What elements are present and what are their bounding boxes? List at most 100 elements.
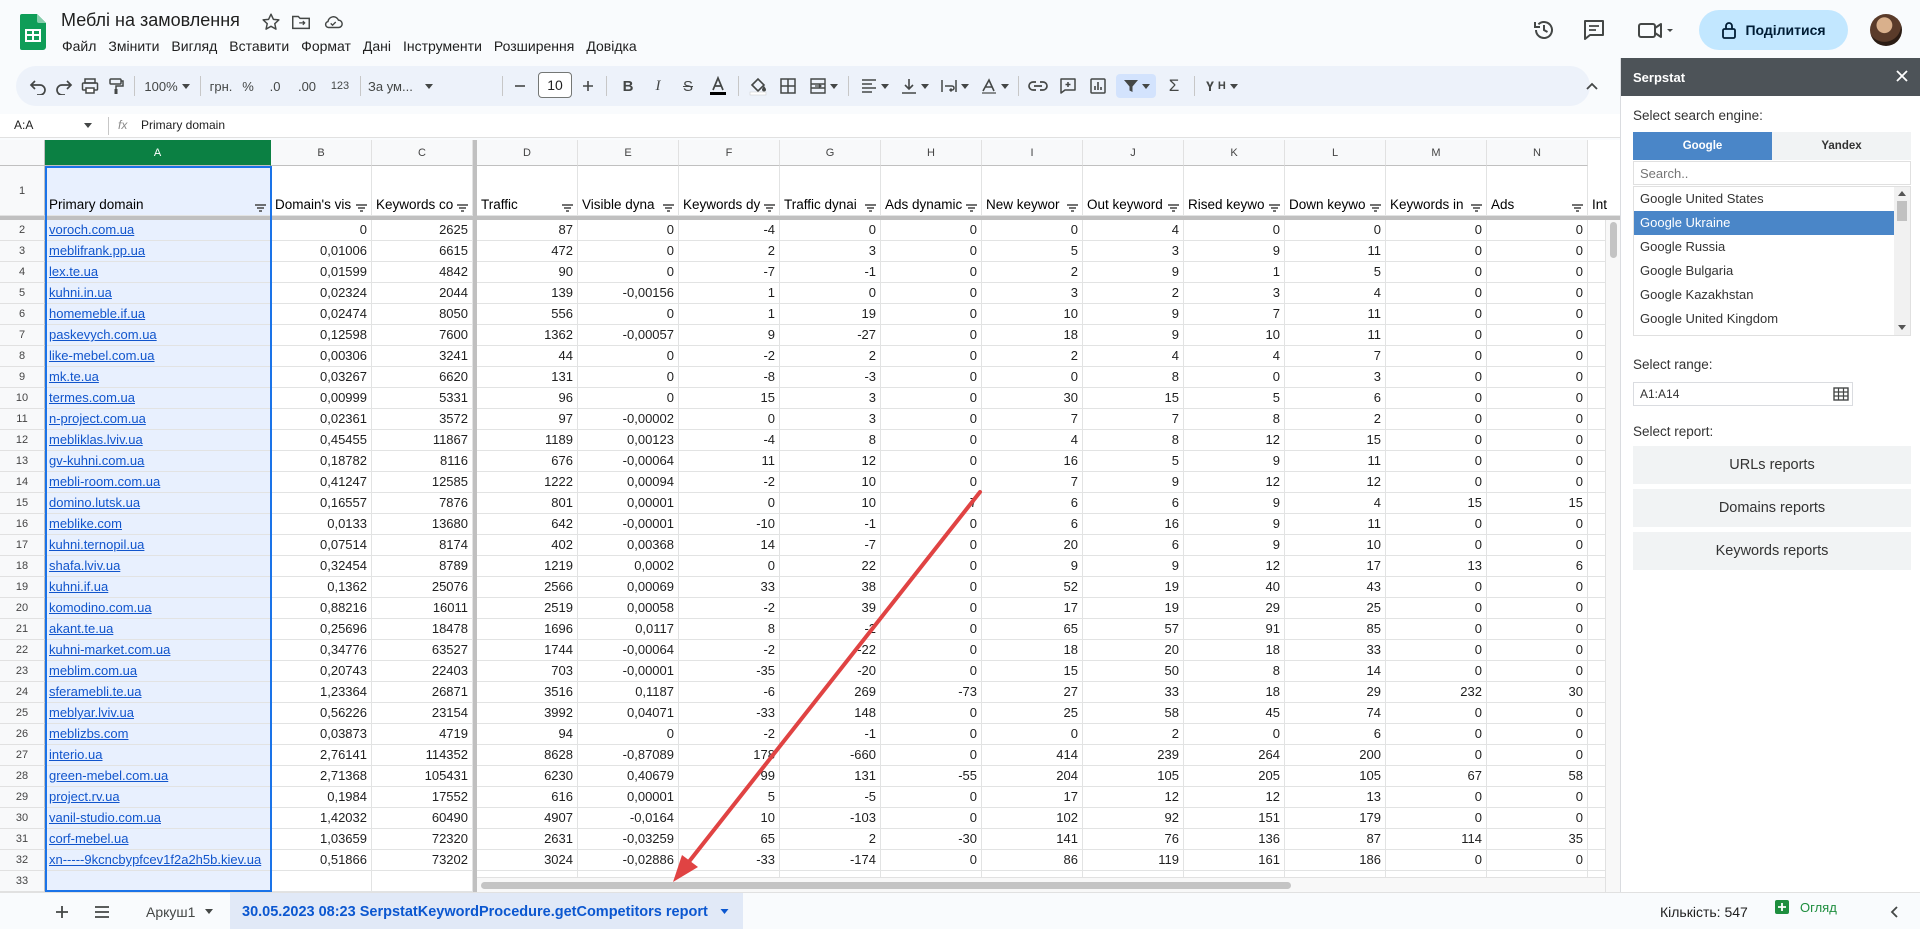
data-cell[interactable]: 33 <box>1285 640 1386 661</box>
domain-link[interactable]: paskevych.com.ua <box>45 325 271 346</box>
engine-tab-yandex[interactable]: Yandex <box>1772 132 1911 160</box>
data-cell[interactable]: 0 <box>881 325 982 346</box>
data-cell[interactable]: 19 <box>780 304 881 325</box>
row-header[interactable]: 32 <box>0 850 45 871</box>
data-cell[interactable]: -0,00156 <box>578 283 679 304</box>
horizontal-scroll-thumb[interactable] <box>481 882 1291 889</box>
data-cell[interactable]: 4 <box>1184 346 1285 367</box>
data-cell[interactable]: 0 <box>780 220 881 241</box>
filter-icon[interactable] <box>1471 204 1482 212</box>
explore-button[interactable]: Огляд <box>1774 899 1837 915</box>
data-cell[interactable]: 0 <box>1487 787 1588 808</box>
data-cell[interactable]: 1744 <box>477 640 578 661</box>
menu-format[interactable]: Формат <box>295 36 357 56</box>
data-cell[interactable]: 0,04071 <box>578 703 679 724</box>
increase-decimal-button[interactable]: .00 <box>292 74 322 98</box>
data-cell[interactable]: 642 <box>477 514 578 535</box>
data-cell[interactable]: 20 <box>1083 640 1184 661</box>
data-cell[interactable]: 703 <box>477 661 578 682</box>
data-cell[interactable]: 85 <box>1285 619 1386 640</box>
column-header[interactable]: N <box>1487 140 1588 166</box>
column-header[interactable]: J <box>1083 140 1184 166</box>
data-cell[interactable]: 6 <box>1083 493 1184 514</box>
data-cell[interactable]: 91 <box>1184 619 1285 640</box>
data-cell[interactable]: 86 <box>982 850 1083 871</box>
data-cell[interactable]: 25 <box>1285 598 1386 619</box>
row-header[interactable]: 25 <box>0 703 45 724</box>
all-sheets-icon[interactable] <box>90 893 114 929</box>
data-cell[interactable]: 0,01006 <box>271 241 372 262</box>
row-header[interactable]: 26 <box>0 724 45 745</box>
data-cell[interactable]: 60490 <box>372 808 473 829</box>
data-cell[interactable]: 17 <box>1285 556 1386 577</box>
data-cell[interactable]: 0 <box>679 409 780 430</box>
data-cell[interactable]: 0 <box>881 367 982 388</box>
row-header[interactable]: 4 <box>0 262 45 283</box>
data-cell[interactable]: 0 <box>1487 640 1588 661</box>
header-cell[interactable]: Down keywo <box>1285 166 1386 216</box>
data-cell[interactable]: 8 <box>1083 367 1184 388</box>
data-cell[interactable]: 15 <box>982 661 1083 682</box>
strikethrough-icon[interactable]: S <box>676 74 700 98</box>
data-cell[interactable]: 65 <box>982 619 1083 640</box>
data-cell[interactable]: -8 <box>679 367 780 388</box>
data-cell[interactable]: -0,0164 <box>578 808 679 829</box>
data-cell[interactable]: 7876 <box>372 493 473 514</box>
data-cell[interactable]: 1 <box>679 283 780 304</box>
data-cell[interactable]: 2631 <box>477 829 578 850</box>
data-cell[interactable]: 7 <box>1184 304 1285 325</box>
user-avatar[interactable] <box>1870 14 1902 46</box>
data-cell[interactable]: 18478 <box>372 619 473 640</box>
filter-icon[interactable] <box>663 204 674 212</box>
domain-link[interactable]: lex.te.ua <box>45 262 271 283</box>
data-cell[interactable]: 8 <box>780 430 881 451</box>
data-cell[interactable]: 0 <box>1487 304 1588 325</box>
data-cell[interactable]: 15 <box>679 388 780 409</box>
data-cell[interactable]: 0 <box>679 493 780 514</box>
domain-link[interactable]: komodino.com.ua <box>45 598 271 619</box>
data-cell[interactable]: 0 <box>881 640 982 661</box>
data-cell[interactable]: 5 <box>679 787 780 808</box>
data-cell[interactable]: 3024 <box>477 850 578 871</box>
data-cell[interactable]: 102 <box>982 808 1083 829</box>
data-cell[interactable]: 0 <box>881 577 982 598</box>
row-header[interactable]: 31 <box>0 829 45 850</box>
data-cell[interactable]: 141 <box>982 829 1083 850</box>
header-cell[interactable]: Traffic <box>477 166 578 216</box>
data-cell[interactable]: 269 <box>780 682 881 703</box>
borders-icon[interactable] <box>776 74 800 98</box>
data-cell[interactable]: 8 <box>679 619 780 640</box>
data-cell[interactable]: 12 <box>1184 556 1285 577</box>
data-cell[interactable]: 7 <box>881 493 982 514</box>
data-cell[interactable]: 0,0002 <box>578 556 679 577</box>
data-cell[interactable]: 0 <box>1487 619 1588 640</box>
data-cell[interactable]: 22 <box>780 556 881 577</box>
font-size-increase-icon[interactable] <box>578 74 598 98</box>
data-cell[interactable]: -0,00064 <box>578 451 679 472</box>
row-header[interactable]: 17 <box>0 535 45 556</box>
data-cell[interactable]: 0 <box>1386 535 1487 556</box>
data-cell[interactable]: 58 <box>1487 766 1588 787</box>
data-cell[interactable]: 186 <box>1285 850 1386 871</box>
data-cell[interactable]: 8628 <box>477 745 578 766</box>
keywords-reports-button[interactable]: Keywords reports <box>1633 532 1911 570</box>
data-cell[interactable]: 1222 <box>477 472 578 493</box>
data-cell[interactable]: 0 <box>1487 241 1588 262</box>
data-cell[interactable]: -2 <box>679 346 780 367</box>
data-cell[interactable]: 2625 <box>372 220 473 241</box>
text-color-icon[interactable] <box>706 74 730 98</box>
header-cell[interactable]: Primary domain <box>45 166 271 216</box>
data-cell[interactable]: -2 <box>780 619 881 640</box>
data-cell[interactable]: 87 <box>477 220 578 241</box>
data-cell[interactable]: 1,03659 <box>271 829 372 850</box>
data-cell[interactable]: 0 <box>1386 388 1487 409</box>
data-cell[interactable]: 12 <box>1285 472 1386 493</box>
data-cell[interactable]: -73 <box>881 682 982 703</box>
data-cell[interactable]: 94 <box>477 724 578 745</box>
data-cell[interactable]: 0,34776 <box>271 640 372 661</box>
data-cell[interactable]: 1189 <box>477 430 578 451</box>
paint-format-icon[interactable] <box>104 74 128 98</box>
data-cell[interactable]: 0 <box>982 724 1083 745</box>
menu-file[interactable]: Файл <box>56 36 102 56</box>
data-cell[interactable]: -660 <box>780 745 881 766</box>
